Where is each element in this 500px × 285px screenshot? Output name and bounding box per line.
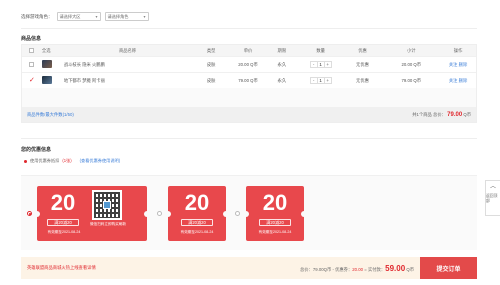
coupon-validity: 有效期至2021-08-24 bbox=[47, 230, 81, 234]
discount-label: - 优惠券： bbox=[332, 266, 353, 272]
coupon-card[interactable]: 20 满20减20 有效期至2021-08-24 微信扫码立即购买刷新 bbox=[37, 186, 147, 241]
coupon-condition: 满20减20 bbox=[259, 219, 291, 226]
quantity-stepper[interactable]: - 1 + bbox=[309, 77, 332, 84]
goods-total: 共1个商品 总价： 79.00 Q币 bbox=[412, 112, 471, 118]
total-prefix: 共1个商品 总价： bbox=[412, 111, 446, 117]
product-price: 79.00 Q币 bbox=[238, 77, 258, 83]
coupon-amount: 20 bbox=[50, 190, 76, 215]
quantity-value[interactable]: 1 bbox=[316, 62, 325, 67]
coupon-radio[interactable] bbox=[157, 211, 162, 216]
role-select-value: 请选择角色 bbox=[107, 13, 129, 19]
follow-link[interactable]: 关注 bbox=[449, 78, 458, 83]
coupon-tip-label: 使用优惠券抵扣 bbox=[30, 158, 60, 163]
goods-table-header: 全选 商品名称 类型 单价 期限 数量 优惠 小计 操作 bbox=[22, 45, 476, 56]
divider bbox=[21, 28, 477, 29]
product-term: 永久 bbox=[277, 61, 287, 67]
col-qty: 数量 bbox=[316, 47, 325, 53]
product-term: 永久 bbox=[277, 77, 287, 83]
col-type: 类型 bbox=[206, 47, 216, 53]
quantity-stepper[interactable]: - 1 + bbox=[309, 61, 332, 68]
paid-value: 59.00 bbox=[385, 263, 406, 273]
chevron-up-icon: ︿ bbox=[489, 184, 496, 190]
increment-button[interactable]: + bbox=[325, 78, 331, 83]
coupon-card[interactable]: 20 满20减20 有效期至2021-08-24 bbox=[168, 186, 226, 241]
col-price: 单价 bbox=[243, 47, 253, 53]
row-checkbox[interactable] bbox=[29, 62, 35, 67]
coupon-radio[interactable] bbox=[235, 211, 240, 216]
product-type: 皮肤 bbox=[206, 61, 216, 67]
price-summary: 总价：79.00Q币 - 优惠券：20.00 = 实付款：59.00 Q币 bbox=[300, 264, 414, 273]
unit-label: Q币 bbox=[323, 266, 332, 272]
delete-link[interactable]: 删除 bbox=[459, 78, 468, 83]
product-discount: 无优惠 bbox=[356, 61, 369, 67]
coupon-validity: 有效期至2021-08-24 bbox=[258, 230, 292, 234]
qr-logo-icon bbox=[103, 201, 111, 209]
coupon-condition: 满20减20 bbox=[47, 219, 79, 226]
discount-value: 20.00 bbox=[352, 266, 364, 272]
server-select[interactable]: 请选择大区 ▾ bbox=[56, 12, 101, 21]
product-subtotal: 20.00 Q币 bbox=[401, 61, 422, 67]
coupon-radio[interactable] bbox=[27, 211, 32, 216]
coupon-count: (1张) bbox=[62, 158, 72, 163]
goods-footer: 商品件数/最大件数(1/50) 共1个商品 总价： 79.00 Q币 bbox=[22, 107, 476, 122]
coupon-help-link[interactable]: (查看优惠券使用说明) bbox=[80, 158, 120, 164]
paid-label: = 实付款： bbox=[364, 266, 386, 272]
back-to-top-label: 返回顶部 bbox=[486, 194, 498, 203]
checkout-bar: 英雄联盟商品商城火热上线查看详情 总价：79.00Q币 - 优惠券：20.00 … bbox=[21, 257, 477, 279]
qr-code-icon bbox=[92, 190, 122, 220]
chevron-down-icon: ▾ bbox=[95, 14, 98, 19]
coupon-card[interactable]: 20 满20减20 有效期至2021-08-24 bbox=[246, 186, 304, 241]
product-thumbnail bbox=[41, 60, 52, 68]
quantity-value[interactable]: 1 bbox=[316, 78, 325, 83]
coupon-tip: 使用优惠券抵扣 (1张) (查看优惠券使用说明) bbox=[24, 158, 120, 164]
role-select-label: 选择游戏角色： bbox=[21, 13, 53, 19]
total-amount: 79.00 bbox=[447, 111, 463, 118]
back-to-top-button[interactable]: ︿ 返回顶部 bbox=[485, 180, 500, 216]
select-all-checkbox[interactable] bbox=[29, 48, 35, 53]
coupon-validity: 有效期至2021-08-24 bbox=[180, 230, 214, 234]
col-term: 期限 bbox=[277, 47, 287, 53]
product-name[interactable]: 战斗枝长 隐米 火鹏鹏 bbox=[64, 62, 191, 68]
follow-link[interactable]: 关注 bbox=[449, 62, 458, 67]
coupon-amount: 20 bbox=[262, 190, 288, 215]
total-label: 总价： bbox=[299, 266, 313, 272]
total-unit: Q币 bbox=[463, 111, 471, 117]
product-subtotal: 79.00 Q币 bbox=[401, 77, 422, 83]
coupon-section-title: 您的优惠信息 bbox=[21, 147, 52, 153]
total-value: 79.00 bbox=[312, 266, 324, 272]
col-name: 商品名称 bbox=[118, 47, 137, 53]
col-select-all: 全选 bbox=[41, 47, 51, 53]
col-subtotal: 小计 bbox=[406, 47, 416, 53]
goods-section-title: 商品信息 bbox=[21, 36, 42, 42]
product-price: 20.00 Q币 bbox=[238, 61, 258, 67]
submit-order-button[interactable]: 提交订单 bbox=[420, 257, 477, 279]
product-thumbnail bbox=[41, 76, 52, 84]
chevron-down-icon: ▾ bbox=[143, 14, 146, 19]
divider bbox=[21, 138, 477, 139]
selected-count: 商品件数/最大件数(1/50) bbox=[27, 111, 74, 117]
bullet-icon bbox=[24, 159, 27, 163]
table-row: ✓ 地下都市 梦魇 阿卡丽 皮肤 79.00 Q币 永久 - 1 + 无优惠 7… bbox=[22, 72, 476, 88]
role-selectors: 选择游戏角色： 请选择大区 ▾ 请选择角色 ▾ bbox=[21, 12, 149, 21]
role-select[interactable]: 请选择角色 ▾ bbox=[104, 12, 149, 21]
product-type: 皮肤 bbox=[206, 77, 216, 83]
col-ops: 操作 bbox=[453, 47, 463, 53]
coupon-condition: 满20减20 bbox=[181, 219, 213, 226]
increment-button[interactable]: + bbox=[325, 62, 331, 67]
unit-label: Q币 bbox=[406, 266, 414, 272]
checkmark-icon[interactable]: ✓ bbox=[29, 77, 35, 84]
coupon-amount: 20 bbox=[184, 190, 210, 215]
server-select-value: 请选择大区 bbox=[59, 13, 81, 19]
promo-notice[interactable]: 英雄联盟商品商城火热上线查看详情 bbox=[27, 265, 300, 271]
product-discount: 无优惠 bbox=[356, 77, 369, 83]
product-name[interactable]: 地下都市 梦魇 阿卡丽 bbox=[64, 78, 191, 84]
table-row: 战斗枝长 隐米 火鹏鹏 皮肤 20.00 Q币 永久 - 1 + 无优惠 20.… bbox=[22, 56, 476, 72]
goods-table: 全选 商品名称 类型 单价 期限 数量 优惠 小计 操作 战斗枝长 隐米 火鹏鹏… bbox=[21, 44, 477, 123]
qr-caption: 微信扫码立即购买刷新 bbox=[90, 222, 126, 226]
delete-link[interactable]: 删除 bbox=[459, 62, 468, 67]
col-discount: 优惠 bbox=[358, 47, 367, 53]
